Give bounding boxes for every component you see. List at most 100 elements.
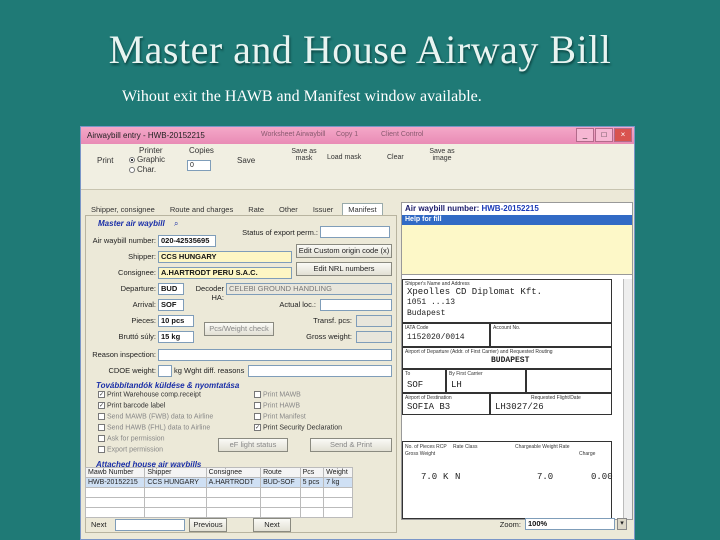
col-mawb-number[interactable]: Mawb Number [84, 467, 146, 478]
table-row[interactable] [84, 487, 353, 498]
col-shipper[interactable]: Shipper [144, 467, 207, 478]
iata-code-box[interactable]: IATA Code 1152020/0014 [402, 323, 490, 347]
pieces-field[interactable]: 10 pcs [158, 315, 194, 327]
consignee-label: Consignee: [118, 268, 156, 277]
iata-code: 1152020/0014 [407, 333, 465, 342]
faint-tab-2: Copy 1 [336, 131, 359, 138]
decoder-select[interactable]: CELEBI GROUND HANDLING [226, 283, 392, 295]
reason-label: Reason inspection: [92, 350, 156, 359]
binoculars-icon[interactable]: ⌕ [174, 219, 178, 229]
graphic-radio[interactable]: Graphic [129, 155, 165, 164]
flight-box[interactable]: Requested Flight/Date LH3027/26 [490, 393, 612, 415]
chk-print-mawb[interactable]: Print MAWB [254, 391, 301, 398]
chk-print-security[interactable]: ✓ Print Security Declaration [254, 424, 342, 431]
tab-rate[interactable]: Rate [242, 203, 270, 215]
next-button[interactable]: Next [253, 518, 291, 532]
arrival-field[interactable]: SOF [158, 299, 184, 311]
save-as-image-button[interactable]: Save as image [425, 148, 459, 162]
char-label: Char. [137, 165, 157, 174]
chargeable-value: 7.0 [537, 472, 554, 482]
pcs-weight-check-button[interactable]: Pcs/Weight check [204, 322, 274, 336]
window-titlebar[interactable]: Airwaybill entry - HWB-20152215 Workshee… [81, 127, 634, 144]
chevron-down-icon[interactable]: ▾ [617, 518, 627, 530]
edit-custom-origin-button[interactable]: Edit Custom origin code (x) [296, 244, 392, 258]
faint-tab-3: Client Control [381, 131, 424, 138]
departure-box[interactable]: Airport of Departure (Addr. of First Car… [402, 347, 612, 369]
checkbox-icon [254, 402, 261, 409]
account-box[interactable]: Account No. [490, 323, 612, 347]
chk-send-hawb[interactable]: Send HAWB (FHL) data to Airline [98, 424, 210, 431]
gross-weight-field[interactable] [356, 331, 392, 343]
maximize-button[interactable]: □ [595, 128, 613, 142]
table-row[interactable] [84, 497, 353, 508]
consignee-field[interactable]: A.HARTRODT PERU S.A.C. [158, 267, 292, 279]
gross-field[interactable]: 15 kg [158, 331, 194, 343]
save-as-mask-button[interactable]: Save as mask [287, 148, 321, 162]
rate-box[interactable]: No. of Pieces RCP Gross Weight Rate Clas… [402, 441, 613, 519]
charge-value: 0.00 [591, 472, 613, 482]
copies-stepper[interactable]: 0 [187, 160, 211, 171]
routing-box[interactable] [526, 369, 612, 393]
wght-diff-field[interactable] [248, 365, 392, 377]
awb-preview-header: Air waybill number: HWB-20152215 [402, 203, 632, 215]
zoom-label: Zoom: [499, 520, 521, 529]
zoom-select[interactable]: 100% [525, 518, 615, 530]
departure-field[interactable]: BUD [158, 283, 184, 295]
table-row[interactable]: HWB-20152215 CCS HUNGARY A.HARTRODT BUD-… [84, 477, 353, 488]
tab-shipper-consignee[interactable]: Shipper, consignee [85, 203, 161, 215]
chk-label: Send HAWB (FHL) data to Airline [107, 424, 211, 432]
cell-weight: 7 kg [323, 477, 353, 488]
chk-barcode-label[interactable]: ✓ Print barcode label [98, 402, 165, 409]
col-route[interactable]: Route [260, 467, 301, 478]
send-print-button[interactable]: Send & Print [310, 438, 392, 452]
next-field[interactable] [115, 519, 185, 531]
transf-pcs-field[interactable] [356, 315, 392, 327]
destination-value: SOFIA B3 [407, 402, 451, 412]
cdoe-field[interactable] [158, 365, 172, 377]
tab-manifest[interactable]: Manifest [342, 203, 383, 215]
cdoe-label: CDOE weight: [108, 366, 156, 375]
to-box[interactable]: To SOF [402, 369, 446, 393]
col-pcs[interactable]: Pcs [299, 467, 325, 478]
awb-number-field[interactable]: 020-42535695 [158, 235, 216, 247]
chk-print-manifest[interactable]: Print Manifest [254, 413, 306, 420]
preview-scrollbar[interactable] [623, 279, 632, 519]
chk-warehouse-receipt[interactable]: ✓ Print Warehouse comp.receipt [98, 391, 201, 398]
previous-button[interactable]: Previous [189, 518, 227, 532]
edit-nrl-button[interactable]: Edit NRL numbers [296, 262, 392, 276]
flight-status-button[interactable]: eF light status [218, 438, 288, 452]
save-button[interactable]: Save [237, 156, 255, 165]
chk-ask-permission[interactable]: Ask for permission [98, 435, 165, 442]
col-consignee[interactable]: Consignee [205, 467, 262, 478]
gross-weight-label: Gross weight: [306, 332, 352, 341]
gross-label: Bruttó súly: [118, 332, 156, 341]
reason-field[interactable] [158, 349, 392, 361]
shipper-field[interactable]: CCS HUNGARY [158, 251, 292, 263]
actual-loc-field[interactable] [320, 299, 392, 311]
chk-label: Export permission [107, 446, 164, 454]
awb-number-label: Air waybill number: [92, 236, 156, 245]
shipper-box[interactable]: Shipper's Name and Address Xpeolles CD D… [402, 279, 612, 323]
awb-form-preview[interactable]: Shipper's Name and Address Xpeolles CD D… [402, 279, 624, 519]
by-box[interactable]: By First Carrier LH [446, 369, 526, 393]
shipper-label: Shipper: [128, 252, 156, 261]
chk-print-hawb[interactable]: Print HAWB [254, 402, 300, 409]
close-button[interactable]: × [614, 128, 632, 142]
col-weight[interactable]: Weight [323, 467, 353, 478]
chk-export-permission[interactable]: Export permission [98, 446, 163, 453]
tab-other[interactable]: Other [273, 203, 304, 215]
destination-box[interactable]: Airport of Destination SOFIA B3 [402, 393, 490, 415]
minimize-button[interactable]: _ [576, 128, 594, 142]
tab-issuer[interactable]: Issuer [307, 203, 339, 215]
chk-send-mawb[interactable]: Send MAWB (FWB) data to Airline [98, 413, 213, 420]
load-mask-button[interactable]: Load mask [327, 154, 361, 161]
print-button[interactable]: Print [97, 156, 113, 165]
tab-route-charges[interactable]: Route and charges [164, 203, 239, 215]
chk-label: Print Manifest [263, 413, 306, 421]
char-radio[interactable]: Char. [129, 165, 156, 174]
clear-button[interactable]: Clear [387, 154, 404, 161]
status-export-field[interactable] [320, 226, 390, 238]
checkbox-icon [98, 435, 105, 442]
slide-title: Master and House Airway Bill [108, 27, 612, 72]
awb-header-value: HWB-20152215 [481, 204, 539, 213]
